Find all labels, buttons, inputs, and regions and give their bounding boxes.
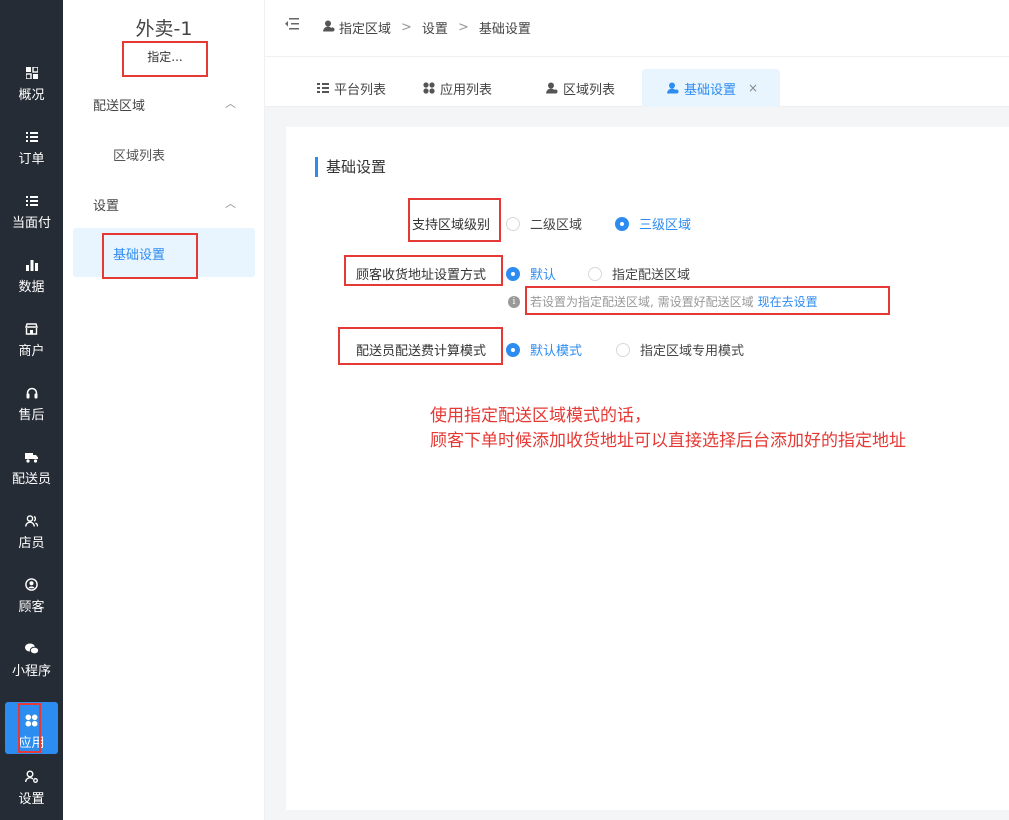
chevron-up-icon[interactable]: ︿	[225, 195, 236, 211]
radio-address-specified[interactable]: 指定配送区域	[588, 264, 690, 283]
radio-level-3[interactable]: 三级区域	[615, 214, 691, 233]
nav-label: 小程序	[11, 663, 51, 679]
apps-icon	[423, 82, 435, 94]
label-fee-mode: 配送员配送费计算模式	[356, 344, 487, 359]
app-subtitle: 指定...	[147, 50, 183, 64]
radio-label: 二级区域	[530, 218, 583, 233]
nav-item-merchant[interactable]: 商户	[0, 308, 63, 372]
tab-app-list[interactable]: 应用列表	[423, 69, 492, 107]
info-icon: i	[508, 295, 520, 308]
list-icon	[25, 130, 39, 144]
radio-label: 默认模式	[530, 344, 583, 359]
radio-circle	[588, 266, 602, 281]
note-line: 顾客下单时候添加收货地址可以直接选择后台添加好的指定地址	[430, 431, 906, 451]
nav-label: 当面付	[11, 215, 51, 231]
radio-label: 指定配送区域	[612, 268, 691, 283]
tab-label: 基础设置	[684, 82, 737, 98]
breadcrumb-separator: >	[401, 20, 412, 35]
nav-label: 店员	[18, 535, 45, 551]
radio-circle	[506, 266, 520, 281]
nav-item-overview[interactable]: 概况	[0, 52, 63, 116]
radio-address-default[interactable]: 默认	[506, 264, 556, 283]
nav-label: 数据	[18, 279, 45, 295]
nav-label: 配送员	[11, 471, 51, 487]
nav-label: 概况	[18, 87, 45, 103]
user-pin-icon	[323, 20, 335, 36]
radio-label: 指定区域专用模式	[640, 344, 745, 359]
sidebar-item-label: 基础设置	[113, 248, 166, 263]
page-title: 基础设置	[315, 157, 386, 177]
radio-circle	[615, 216, 629, 231]
headset-icon	[25, 386, 39, 400]
bar-chart-icon	[25, 258, 39, 272]
nav-item-data[interactable]: 数据	[0, 244, 63, 308]
breadcrumb: 指定区域 > 设置 > 基础设置	[323, 18, 531, 37]
tab-label: 平台列表	[334, 82, 387, 98]
tab-platform-list[interactable]: 平台列表	[317, 69, 386, 107]
sidebar-item-basic-settings[interactable]: 基础设置	[73, 228, 255, 277]
radio-level-2[interactable]: 二级区域	[506, 214, 582, 233]
nav-item-miniprogram[interactable]: 小程序	[0, 628, 63, 692]
nav-label: 商户	[18, 343, 45, 359]
nav-label: 顾客	[18, 599, 45, 615]
label-address-mode: 顾客收货地址设置方式	[356, 268, 487, 283]
user-settings-icon	[25, 770, 39, 784]
sidebar-item-area-list[interactable]: 区域列表	[113, 145, 165, 164]
breadcrumb-item[interactable]: 指定区域	[339, 18, 391, 37]
nav-item-rider[interactable]: 配送员	[0, 436, 63, 500]
nav-item-apps[interactable]: 应用	[0, 700, 63, 764]
sub-sidebar: 外卖-1 指定... 配送区域 ︿ 区域列表 设置 ︿ 基础设置	[63, 0, 265, 820]
nav-label: 设置	[18, 791, 45, 807]
nav-item-staff[interactable]: 店员	[0, 500, 63, 564]
top-header: 指定区域 > 设置 > 基础设置	[265, 0, 1009, 57]
breadcrumb-item[interactable]: 设置	[422, 18, 448, 37]
radio-circle	[616, 342, 630, 357]
radio-circle	[506, 342, 520, 357]
sidebar-group-settings[interactable]: 设置	[93, 195, 119, 214]
hint-message: 若设置为指定配送区域, 需设置好配送区域	[530, 295, 754, 309]
hint-text: i 若设置为指定配送区域, 需设置好配送区域 现在去设置	[508, 293, 818, 310]
radio-fee-area[interactable]: 指定区域专用模式	[616, 340, 744, 359]
radio-label: 默认	[530, 268, 557, 283]
grid-icon	[25, 66, 39, 80]
chevron-up-icon[interactable]: ︿	[225, 95, 236, 111]
nav-item-orders[interactable]: 订单	[0, 116, 63, 180]
breadcrumb-separator: >	[457, 20, 469, 35]
radio-label: 三级区域	[639, 218, 692, 233]
tab-label: 区域列表	[563, 82, 616, 98]
sidebar-group-delivery-area[interactable]: 配送区域	[93, 95, 145, 114]
user-pin-icon	[667, 82, 679, 94]
nav-item-settings[interactable]: 设置	[0, 756, 63, 820]
staff-icon	[25, 514, 39, 528]
store-icon	[25, 322, 39, 336]
nav-label: 应用	[18, 735, 45, 751]
app-title: 外卖-1	[135, 18, 193, 40]
tab-bar: 平台列表 应用列表 区域列表 基础设置 ×	[265, 57, 1009, 107]
radio-circle	[506, 216, 520, 231]
nav-label: 售后	[18, 407, 45, 423]
nav-item-facepay[interactable]: 当面付	[0, 180, 63, 244]
truck-icon	[24, 450, 39, 464]
user-circle-icon	[25, 578, 39, 592]
tab-label: 应用列表	[440, 82, 493, 98]
radio-fee-default[interactable]: 默认模式	[506, 340, 582, 359]
wechat-icon	[24, 642, 39, 656]
tab-basic-settings[interactable]: 基础设置 ×	[642, 69, 781, 107]
nav-label: 订单	[18, 151, 45, 167]
annotation-note: 使用指定配送区域模式的话， 顾客下单时候添加收货地址可以直接选择后台添加好的指定…	[430, 404, 906, 454]
apps-icon	[25, 714, 39, 728]
close-icon[interactable]: ×	[748, 81, 758, 95]
tab-area-list[interactable]: 区域列表	[546, 69, 615, 107]
breadcrumb-item: 基础设置	[478, 22, 531, 37]
collapse-menu-icon[interactable]	[285, 18, 299, 34]
nav-item-customer[interactable]: 顾客	[0, 564, 63, 628]
main-nav: 概况 订单 当面付 数据 商户 售后 配送员 店员 顾客 小程序 应用 设置	[0, 0, 63, 820]
user-pin-icon	[546, 82, 558, 94]
label-area-level: 支持区域级别	[412, 218, 491, 233]
list-icon	[317, 82, 329, 94]
nav-item-aftersale[interactable]: 售后	[0, 372, 63, 436]
list-icon	[25, 194, 39, 208]
note-line: 使用指定配送区域模式的话，	[430, 406, 651, 426]
go-setup-link[interactable]: 现在去设置	[758, 293, 818, 310]
